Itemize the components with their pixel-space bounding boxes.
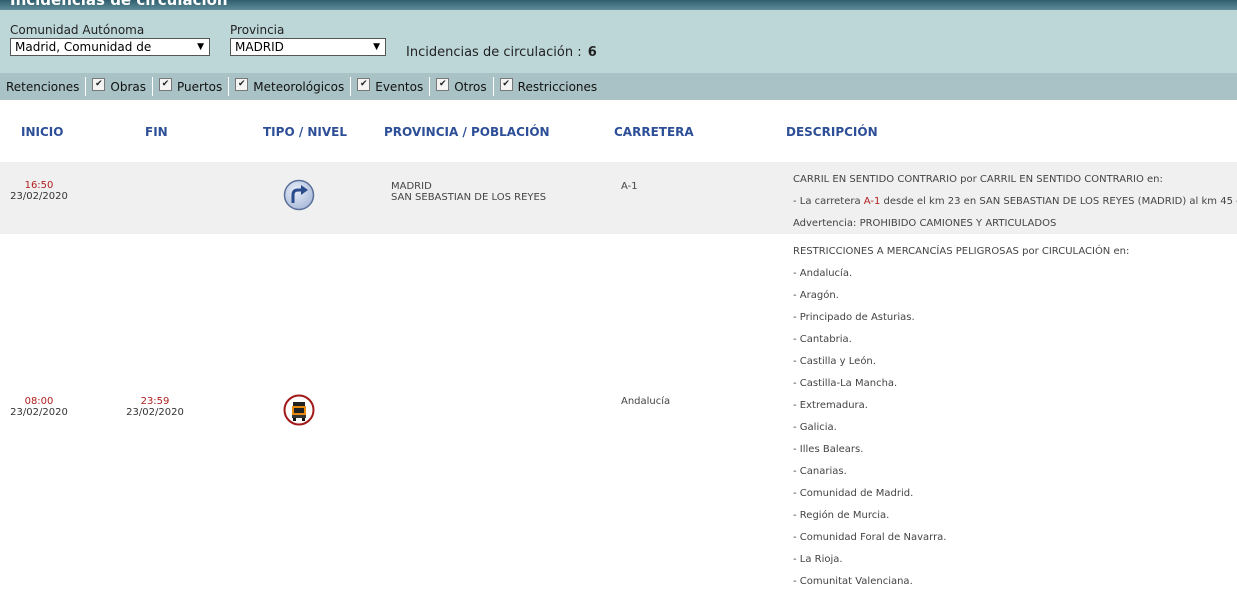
region-item: - Illes Balears. bbox=[793, 444, 864, 455]
row-provincia: MADRID bbox=[391, 181, 432, 192]
desc-warning-label: Advertencia: bbox=[793, 218, 860, 229]
filter-otros-label: Otros bbox=[454, 79, 487, 94]
hazard-truck-icon bbox=[283, 394, 315, 426]
desc-text: - La carretera bbox=[793, 196, 864, 207]
comunidad-value: Madrid, Comunidad de bbox=[15, 40, 152, 54]
column-inicio: INICIO bbox=[21, 125, 64, 139]
category-filter-bar: Retenciones ✔ Obras ✔ Puertos ✔ Meteorol… bbox=[0, 73, 1237, 100]
row-poblacion: SAN SEBASTIAN DE LOS REYES bbox=[391, 192, 547, 203]
column-provincia: PROVINCIA / POBLACIÓN bbox=[384, 125, 550, 139]
desc-type: CARRIL EN SENTIDO CONTRARIO bbox=[793, 174, 957, 185]
desc-text: en: bbox=[1143, 174, 1163, 185]
start-time: 08:00 bbox=[24, 396, 54, 407]
comunidad-label: Comunidad Autónoma bbox=[10, 23, 145, 37]
comunidad-field: Comunidad Autónoma Madrid, Comunidad de … bbox=[10, 23, 210, 56]
detour-arrow-icon bbox=[283, 179, 315, 211]
filter-retenciones[interactable]: Retenciones bbox=[0, 77, 87, 96]
filter-eventos[interactable]: ✔ Eventos bbox=[351, 77, 431, 96]
page-title: Incidencias de circulación bbox=[10, 0, 228, 9]
region-item: - Comunidad Foral de Navarra. bbox=[793, 532, 947, 543]
desc-type: RESTRICCIONES A MERCANCÍAS PELIGROSAS bbox=[793, 246, 1019, 257]
filter-obras[interactable]: ✔ Obras bbox=[86, 77, 153, 96]
comunidad-select[interactable]: Madrid, Comunidad de ▼ bbox=[10, 38, 210, 56]
region-item: - Principado de Asturias. bbox=[793, 312, 915, 323]
region-item: - Canarias. bbox=[793, 466, 847, 477]
filter-retenciones-label: Retenciones bbox=[6, 79, 80, 94]
row-description: CARRIL EN SENTIDO CONTRARIO por CARRIL E… bbox=[793, 169, 1237, 235]
title-bar: Incidencias de circulación bbox=[0, 0, 1237, 10]
desc-text: e bbox=[1233, 196, 1237, 207]
desc-km-end: km 45 bbox=[1201, 196, 1233, 207]
filter-otros[interactable]: ✔ Otros bbox=[430, 77, 494, 96]
checkbox-checked-icon[interactable]: ✔ bbox=[357, 78, 371, 91]
table-row[interactable]: 16:50 23/02/2020 MADRID SAN SEBASTIAN DE… bbox=[0, 162, 1237, 234]
provincia-select[interactable]: MADRID ▼ bbox=[230, 38, 386, 56]
incident-count: Incidencias de circulación : 6 bbox=[406, 45, 597, 60]
table-row[interactable]: 08:00 23/02/2020 23:59 23/02/2020 Andalu… bbox=[0, 234, 1237, 594]
region-item: - Comunitat Valenciana. bbox=[793, 576, 913, 587]
desc-text: al bbox=[1186, 196, 1202, 207]
checkbox-checked-icon[interactable]: ✔ bbox=[92, 78, 106, 91]
start-date: 23/02/2020 bbox=[10, 191, 68, 202]
region-item: - Comunidad de Madrid. bbox=[793, 488, 914, 499]
column-carretera: CARRETERA bbox=[614, 125, 694, 139]
start-date: 23/02/2020 bbox=[10, 407, 68, 418]
desc-line: Advertencia: PROHIBIDO CAMIONES Y ARTICU… bbox=[793, 213, 1237, 235]
filter-meteorologicos[interactable]: ✔ Meteorológicos bbox=[229, 77, 352, 96]
region-item: - Galicia. bbox=[793, 422, 837, 433]
provincia-value: MADRID bbox=[235, 40, 284, 54]
filter-eventos-label: Eventos bbox=[375, 79, 424, 94]
filter-restricciones[interactable]: ✔ Restricciones bbox=[494, 77, 604, 96]
region-item: - Cantabria. bbox=[793, 334, 852, 345]
end-time: 23:59 bbox=[140, 396, 170, 407]
provincia-label: Provincia bbox=[230, 23, 285, 37]
filter-obras-label: Obras bbox=[110, 79, 146, 94]
desc-cause: CIRCULACIÓN bbox=[1041, 246, 1111, 257]
checkbox-checked-icon[interactable]: ✔ bbox=[436, 78, 450, 91]
filter-meteorologicos-label: Meteorológicos bbox=[253, 79, 345, 94]
region-item: - Aragón. bbox=[793, 290, 839, 301]
count-label: Incidencias de circulación : bbox=[406, 45, 582, 60]
desc-text: por bbox=[956, 174, 980, 185]
count-value: 6 bbox=[587, 45, 597, 60]
row-carretera: A-1 bbox=[621, 181, 638, 192]
desc-text: por bbox=[1018, 246, 1042, 257]
column-fin: FIN bbox=[145, 125, 168, 139]
end-date: 23/02/2020 bbox=[126, 407, 184, 418]
desc-line: CARRIL EN SENTIDO CONTRARIO por CARRIL E… bbox=[793, 169, 1237, 191]
desc-text: en bbox=[960, 196, 980, 207]
region-item: - Andalucía. bbox=[793, 268, 853, 279]
region-item: - Castilla-La Mancha. bbox=[793, 378, 898, 389]
provincia-field: Provincia MADRID ▼ bbox=[230, 23, 386, 56]
region-item: - La Rioja. bbox=[793, 554, 843, 565]
chevron-down-icon: ▼ bbox=[373, 42, 380, 52]
desc-line: RESTRICCIONES A MERCANCÍAS PELIGROSAS po… bbox=[793, 241, 1129, 263]
start-time: 16:50 bbox=[24, 180, 54, 191]
filter-puertos-label: Puertos bbox=[177, 79, 223, 94]
region-item: - Castilla y León. bbox=[793, 356, 876, 367]
filter-restricciones-label: Restricciones bbox=[517, 79, 598, 94]
desc-line: - La carretera A-1 desde el km 23 en SAN… bbox=[793, 191, 1237, 213]
column-descripcion: DESCRIPCIÓN bbox=[786, 125, 878, 139]
desc-warning: PROHIBIDO CAMIONES Y ARTICULADOS bbox=[859, 218, 1057, 229]
chevron-down-icon: ▼ bbox=[197, 42, 204, 52]
checkbox-checked-icon[interactable]: ✔ bbox=[159, 78, 172, 91]
desc-text: en: bbox=[1110, 246, 1130, 257]
region-item: - Extremadura. bbox=[793, 400, 868, 411]
checkbox-checked-icon[interactable]: ✔ bbox=[499, 78, 513, 91]
row-carretera: Andalucía bbox=[621, 396, 671, 407]
desc-km-start: km 23 bbox=[929, 196, 961, 207]
region-item: - Región de Murcia. bbox=[793, 510, 890, 521]
desc-text: desde el bbox=[880, 196, 930, 207]
column-tipo: TIPO / NIVEL bbox=[263, 125, 348, 139]
row-description: RESTRICCIONES A MERCANCÍAS PELIGROSAS po… bbox=[793, 241, 1129, 593]
table-header: INICIO FIN TIPO / NIVEL PROVINCIA / POBL… bbox=[0, 100, 1237, 162]
desc-road: A-1 bbox=[863, 196, 881, 207]
desc-location: SAN SEBASTIAN DE LOS REYES (MADRID) bbox=[979, 196, 1187, 207]
checkbox-checked-icon[interactable]: ✔ bbox=[235, 78, 249, 91]
filter-panel: Comunidad Autónoma Madrid, Comunidad de … bbox=[0, 10, 1237, 73]
filter-puertos[interactable]: ✔ Puertos bbox=[153, 77, 230, 96]
desc-cause: CARRIL EN SENTIDO CONTRARIO bbox=[979, 174, 1144, 185]
